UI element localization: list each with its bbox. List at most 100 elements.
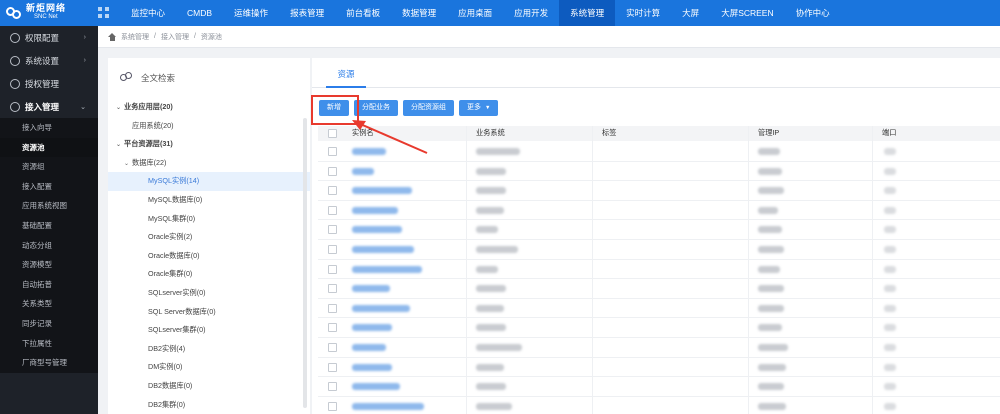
sidebar-item[interactable]: 同步记录 [0, 314, 98, 334]
row-checkbox[interactable] [328, 264, 337, 274]
row-checkbox[interactable] [328, 323, 337, 333]
sidebar-item[interactable]: 动态分组 [0, 236, 98, 256]
tree-node[interactable]: Oracle数据库(0) [108, 247, 310, 266]
tree-node[interactable]: ⌄ 平台资源层(31) [108, 135, 310, 154]
nav-item[interactable]: 系统管理 [559, 0, 616, 26]
table-row[interactable] [318, 338, 1000, 358]
table-row[interactable] [318, 260, 1000, 280]
sidebar-item[interactable]: 厂商型号管理 [0, 353, 98, 373]
nav-item[interactable]: 应用开发 [503, 0, 559, 26]
tree-node[interactable]: MySQL实例(14) [108, 172, 310, 191]
caret-down-icon[interactable]: ⌄ [124, 155, 132, 174]
tree-node-label: Oracle集群(0) [148, 269, 193, 279]
tree-node[interactable]: DB2实例(4) [108, 340, 310, 359]
assign-business-button[interactable]: 分配业务 [354, 100, 398, 116]
nav-item[interactable]: CMDB [176, 0, 223, 26]
table-row[interactable] [318, 181, 1000, 201]
select-all-checkbox[interactable] [328, 129, 337, 138]
table-row[interactable] [318, 240, 1000, 260]
tree-node[interactable]: SQL Server数据库(0) [108, 303, 310, 322]
sidebar-item[interactable]: 应用系统视图 [0, 196, 98, 216]
nav-item[interactable]: 协作中心 [785, 0, 841, 26]
tree-scrollbar[interactable] [303, 118, 307, 408]
row-checkbox[interactable] [328, 186, 337, 196]
row-checkbox[interactable] [328, 343, 337, 352]
table-row[interactable] [318, 318, 1000, 338]
row-checkbox[interactable] [328, 284, 337, 294]
tree-node[interactable]: 应用系统(20) [108, 117, 310, 136]
tree-node[interactable]: Oracle实例(2) [108, 228, 310, 247]
nav-item[interactable]: 实时计算 [615, 0, 671, 26]
table-row[interactable] [318, 201, 1000, 221]
col-business-system[interactable]: 业务系统 [476, 128, 505, 138]
sidebar-item[interactable]: 接入向导 [0, 118, 98, 138]
tree-node[interactable]: MySQL数据库(0) [108, 191, 310, 210]
full-text-search[interactable]: 全文检索 [108, 58, 310, 98]
tree-node[interactable]: DB2数据库(0) [108, 377, 310, 396]
table-row[interactable] [318, 162, 1000, 182]
col-management-ip[interactable]: 管理IP [758, 128, 779, 138]
table-row[interactable] [318, 279, 1000, 299]
col-port[interactable]: 端口 [882, 128, 896, 138]
nav-item[interactable]: 大屏 [671, 0, 710, 26]
tree-node[interactable]: MySQL集群(0) [108, 210, 310, 229]
tab-resources[interactable]: 资源 [326, 66, 366, 88]
table-row[interactable] [318, 299, 1000, 319]
table-row[interactable] [318, 377, 1000, 397]
row-checkbox[interactable] [328, 303, 337, 313]
sidebar-group[interactable]: 权限配置 › [0, 26, 98, 49]
sidebar-group[interactable]: 授权管理 [0, 72, 98, 95]
sidebar-item[interactable]: 关系类型 [0, 294, 98, 314]
more-button[interactable]: 更多 ▼ [459, 100, 499, 116]
instance-name-redacted [352, 304, 410, 312]
business-system-redacted [476, 167, 506, 175]
sidebar-item[interactable]: 基础配置 [0, 216, 98, 236]
row-checkbox[interactable] [328, 225, 337, 235]
table-row[interactable] [318, 397, 1000, 414]
brand-logo[interactable]: 新炬网络 SNC Net [0, 0, 98, 26]
row-checkbox[interactable] [328, 245, 337, 254]
tree-node[interactable]: DM实例(0) [108, 358, 310, 377]
instance-name-redacted [352, 324, 392, 332]
sidebar-item[interactable]: 资源池 [0, 137, 98, 158]
caret-down-icon[interactable]: ⌄ [116, 136, 124, 155]
nav-item[interactable]: 报表管理 [279, 0, 335, 26]
table-row[interactable] [318, 220, 1000, 240]
nav-item[interactable]: 应用桌面 [447, 0, 503, 26]
instance-name-redacted [352, 363, 392, 371]
tree-node[interactable]: Oracle集群(0) [108, 265, 310, 284]
row-checkbox[interactable] [328, 166, 337, 176]
col-tags[interactable]: 标签 [602, 128, 616, 138]
row-checkbox[interactable] [328, 401, 337, 411]
sidebar-item[interactable]: 资源模型 [0, 255, 98, 275]
nav-item[interactable]: 数据管理 [391, 0, 447, 26]
home-icon[interactable] [108, 32, 116, 41]
app-grid-icon[interactable] [98, 7, 110, 19]
sidebar-group[interactable]: 接入管理 ⌄ [0, 95, 98, 118]
instance-name-redacted [352, 187, 412, 195]
port-redacted [884, 285, 896, 293]
tree-node[interactable]: SQLserver集群(0) [108, 321, 310, 340]
sidebar-group[interactable]: 系统设置 › [0, 49, 98, 72]
nav-item[interactable]: 前台看板 [335, 0, 391, 26]
row-checkbox[interactable] [328, 362, 337, 372]
nav-item[interactable]: 监控中心 [120, 0, 176, 26]
tree-node[interactable]: ⌄ 业务应用层(20) [108, 98, 310, 117]
caret-down-icon[interactable]: ⌄ [116, 99, 124, 118]
tree-node[interactable]: DB2集群(0) [108, 396, 310, 414]
row-checkbox[interactable] [328, 147, 337, 156]
table-row[interactable] [318, 358, 1000, 378]
sidebar-item[interactable]: 资源组 [0, 157, 98, 177]
breadcrumb-item[interactable]: 接入管理 [161, 32, 189, 42]
row-checkbox[interactable] [328, 205, 337, 215]
nav-item[interactable]: 运维操作 [223, 0, 279, 26]
tree-node[interactable]: SQLserver实例(0) [108, 284, 310, 303]
breadcrumb-item[interactable]: 系统管理 [121, 32, 149, 42]
assign-group-button[interactable]: 分配资源组 [403, 100, 454, 116]
sidebar-item[interactable]: 下拉属性 [0, 334, 98, 354]
row-checkbox[interactable] [328, 382, 337, 392]
sidebar-item[interactable]: 接入配置 [0, 177, 98, 197]
sidebar-item[interactable]: 自动拓普 [0, 275, 98, 295]
nav-item[interactable]: 大屏SCREEN [710, 0, 784, 26]
tree-node[interactable]: ⌄ 数据库(22) [108, 154, 310, 173]
